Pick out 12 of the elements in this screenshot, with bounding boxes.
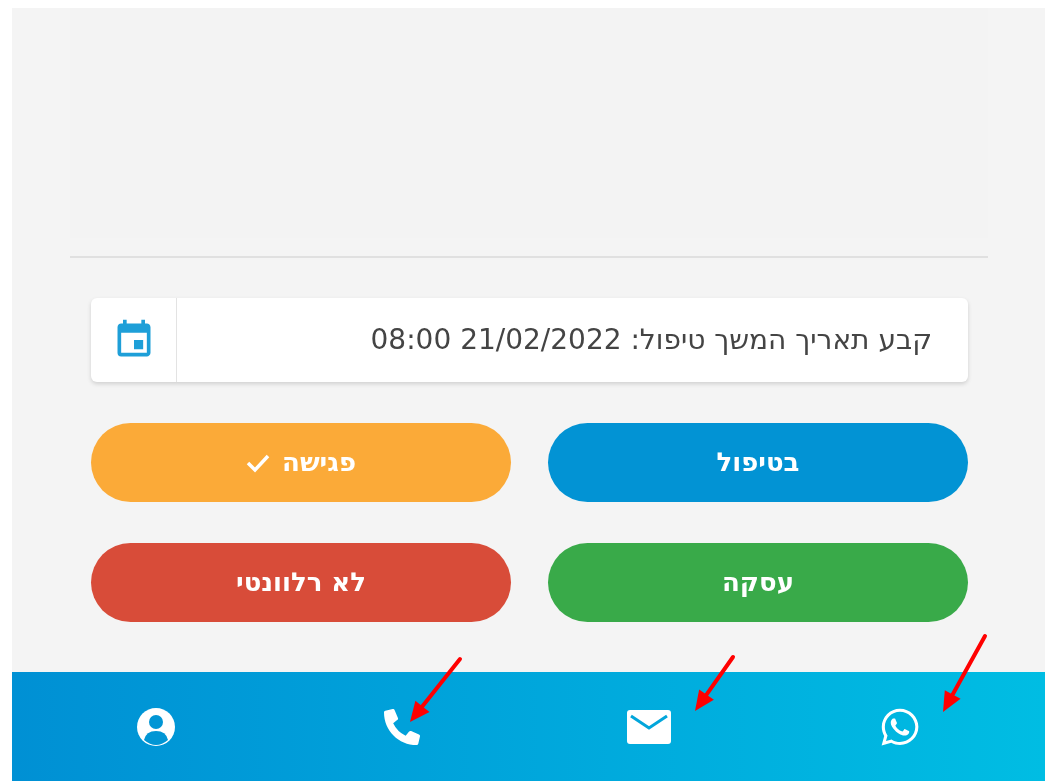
profile-icon[interactable] bbox=[135, 706, 176, 747]
check-icon bbox=[246, 452, 271, 473]
status-button[interactable]: בטיפול bbox=[548, 423, 968, 502]
phone-icon[interactable] bbox=[383, 708, 420, 745]
status-button[interactable]: פגישה bbox=[91, 423, 511, 502]
annotation-arrow bbox=[695, 655, 735, 711]
annotation-arrow bbox=[410, 657, 462, 722]
follow-up-date-label: קבע תאריך המשך טיפול: 21/02/2022 08:00 bbox=[369, 322, 933, 358]
status-button[interactable]: לא רלוונטי bbox=[91, 543, 511, 622]
follow-up-date-field[interactable]: קבע תאריך המשך טיפול: 21/02/2022 08:00 bbox=[91, 298, 968, 382]
status-button[interactable]: עסקה bbox=[548, 543, 968, 622]
mail-icon[interactable] bbox=[627, 709, 672, 744]
